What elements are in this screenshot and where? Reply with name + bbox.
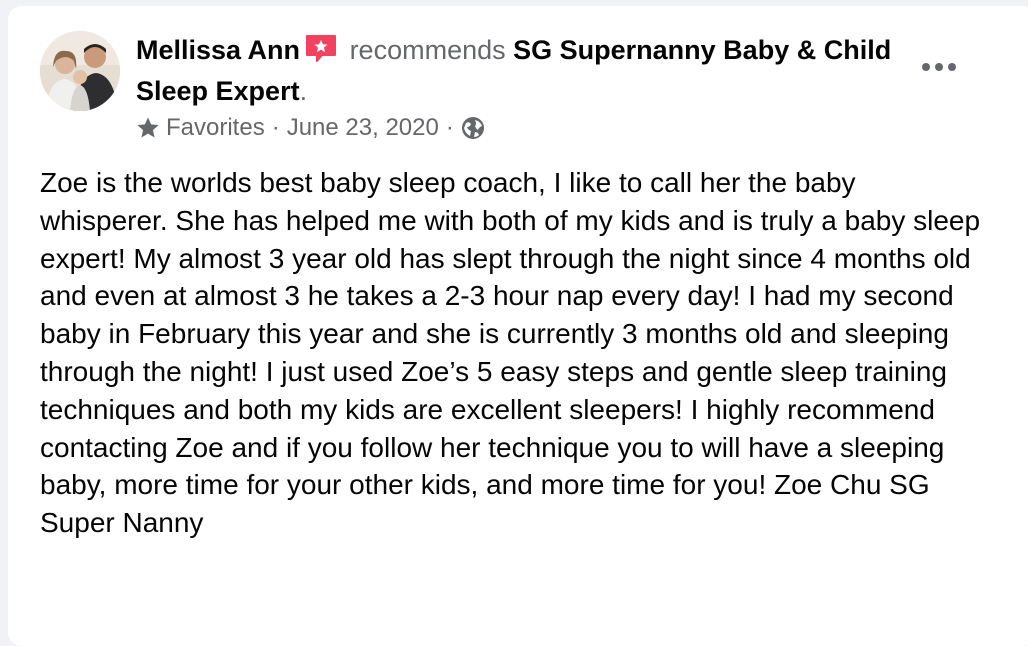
recommend-badge-icon: [304, 33, 338, 73]
meta-separator: ·: [271, 114, 280, 141]
globe-icon[interactable]: [461, 116, 485, 140]
author-name-link[interactable]: Mellissa Ann: [136, 35, 300, 65]
recommends-text: recommends: [349, 35, 506, 65]
review-body-text: Zoe is the worlds best baby sleep coach,…: [40, 167, 981, 539]
more-options-icon: [922, 63, 956, 71]
audience-label[interactable]: Favorites: [166, 112, 265, 144]
post-header: Mellissa Ann recommends SG Supernanny Ba…: [136, 32, 916, 110]
avatar-photo: [40, 31, 120, 111]
post-date-link[interactable]: June 23, 2020: [287, 112, 439, 144]
header-period: .: [299, 76, 308, 106]
author-avatar[interactable]: [40, 31, 120, 111]
meta-separator: ·: [445, 114, 454, 141]
post-meta: Favorites · June 23, 2020 ·: [136, 112, 485, 144]
star-icon: [136, 116, 160, 140]
review-post-card: Mellissa Ann recommends SG Supernanny Ba…: [8, 6, 1028, 646]
more-options-button[interactable]: [916, 52, 962, 82]
